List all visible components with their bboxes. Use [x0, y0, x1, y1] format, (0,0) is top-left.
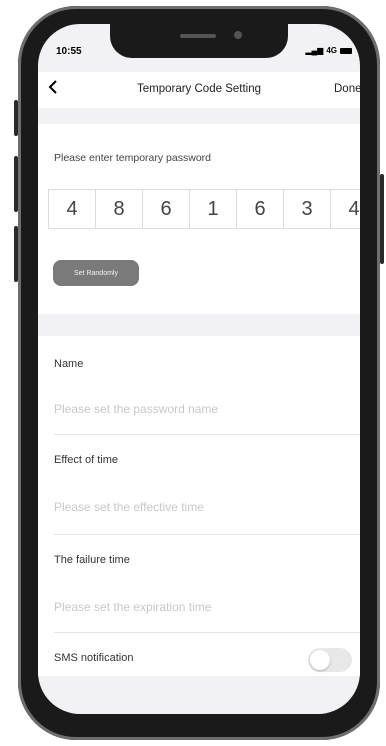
camera-icon [234, 31, 242, 39]
divider [54, 632, 360, 633]
network-label: 4G [326, 46, 337, 55]
sms-notification-label: SMS notification [54, 652, 134, 664]
notch [110, 24, 288, 58]
settings-section: Name Please set the password name Effect… [38, 336, 360, 676]
digit-cell[interactable]: 4 [331, 190, 360, 228]
status-time: 10:55 [56, 46, 82, 57]
done-button[interactable]: Done [334, 83, 360, 95]
status-indicators: ▂▄▆ 4G [305, 46, 352, 55]
digit-cell[interactable]: 6 [143, 190, 190, 228]
set-randomly-button[interactable]: Set Randomly [53, 260, 139, 286]
name-input[interactable]: Please set the password name [54, 402, 218, 416]
password-digits[interactable]: 4 8 6 1 6 3 4 [48, 189, 360, 229]
digit-cell[interactable]: 4 [49, 190, 96, 228]
nav-bar: Temporary Code Setting Done [38, 72, 360, 108]
page-title: Temporary Code Setting [136, 83, 261, 95]
sms-notification-toggle[interactable] [308, 648, 352, 672]
power-button [380, 174, 384, 264]
password-section: Please enter temporary password 4 8 6 1 … [38, 124, 360, 314]
signal-icon: ▂▄▆ [305, 46, 324, 55]
toggle-knob [310, 650, 330, 670]
digit-cell[interactable]: 8 [96, 190, 143, 228]
digit-cell[interactable]: 1 [190, 190, 237, 228]
divider [54, 534, 360, 535]
battery-icon [340, 47, 352, 54]
effect-time-label: Effect of time [54, 454, 118, 466]
failure-time-label: The failure time [54, 554, 130, 566]
name-label: Name [54, 358, 84, 370]
phone-screen: 10:55 ▂▄▆ 4G Temporary Code Setting Done… [38, 24, 360, 714]
divider [54, 434, 360, 435]
digit-cell[interactable]: 3 [284, 190, 331, 228]
digit-cell[interactable]: 6 [237, 190, 284, 228]
speaker [180, 34, 216, 38]
failure-time-input[interactable]: Please set the expiration time [54, 600, 211, 614]
password-label: Please enter temporary password [54, 152, 211, 164]
effect-time-input[interactable]: Please set the effective time [54, 500, 204, 514]
